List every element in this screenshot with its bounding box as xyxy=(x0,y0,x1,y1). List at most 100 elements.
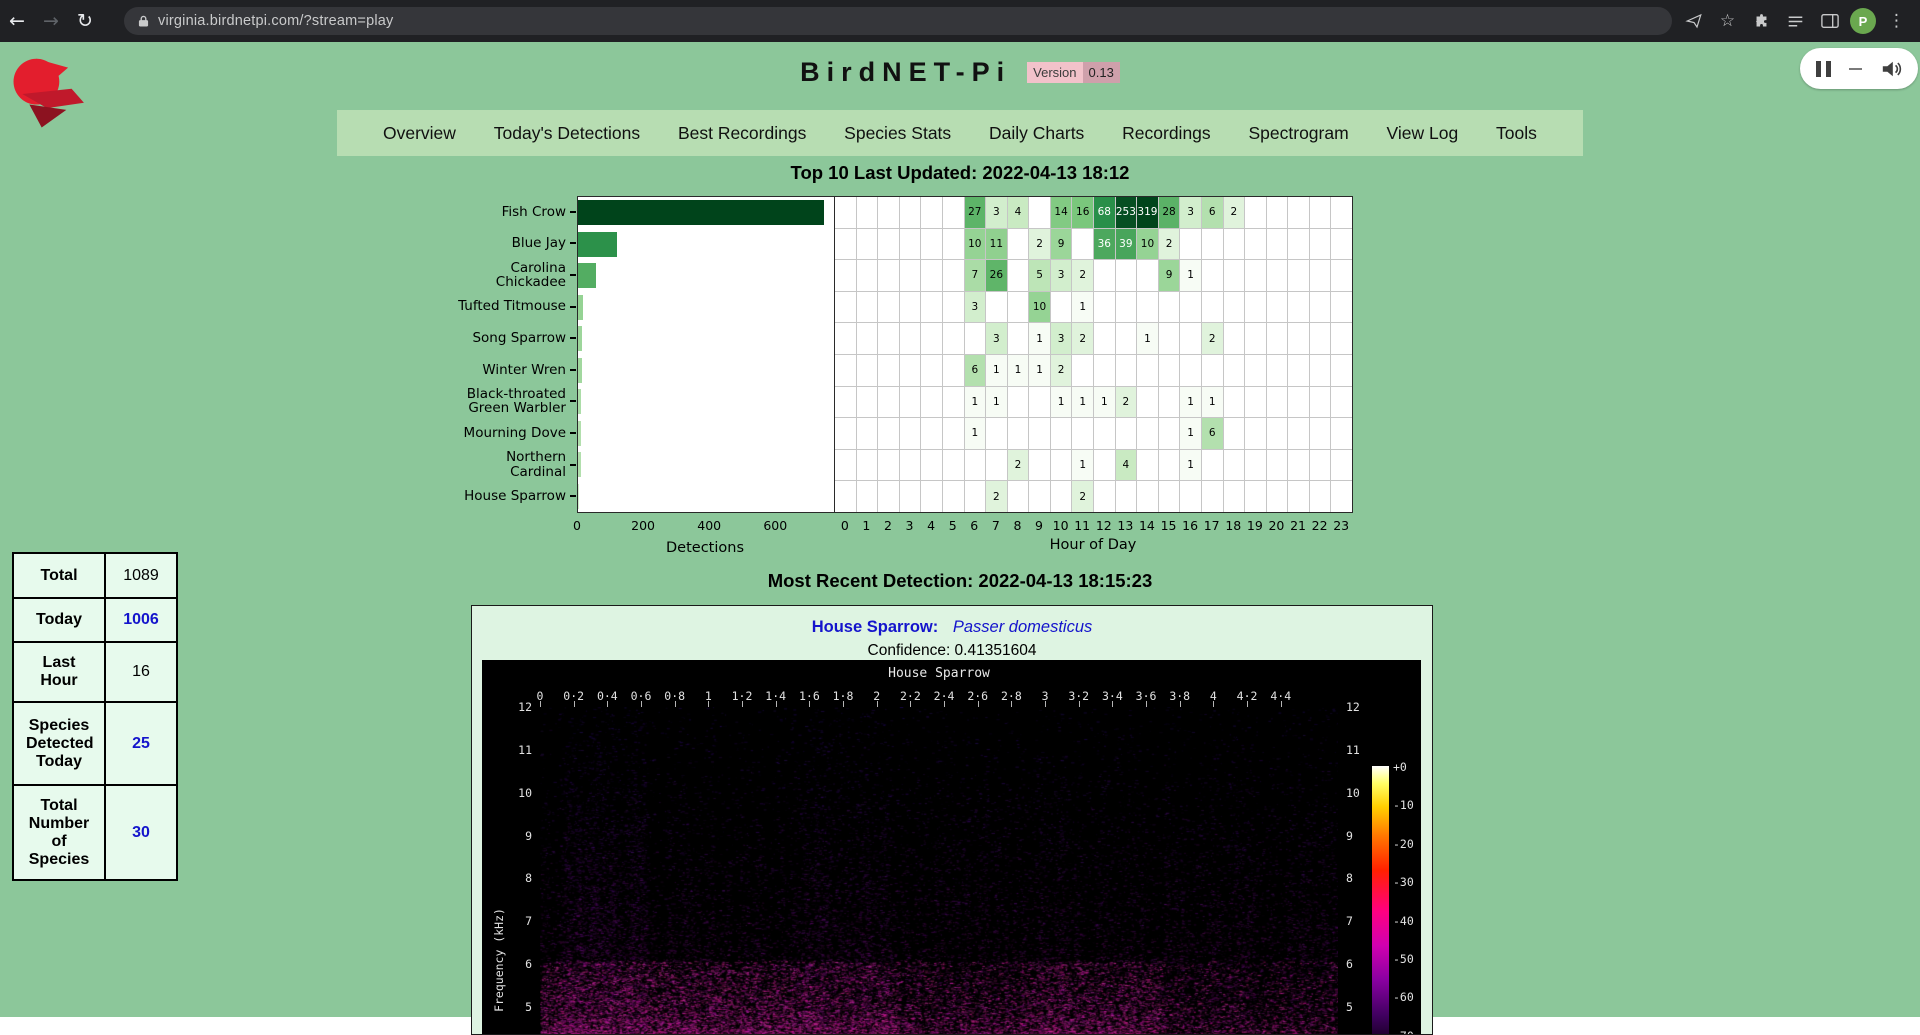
detection-scientific-name-link[interactable]: Passer domesticus xyxy=(953,618,1092,636)
heatmap-cell xyxy=(1245,229,1266,260)
nav-item-today-s-detections[interactable]: Today's Detections xyxy=(494,123,640,144)
heatmap-cell: 4 xyxy=(1008,197,1029,228)
top10-heading: Top 10 Last Updated: 2022-04-13 18:12 xyxy=(0,162,1920,184)
heatmap-cell xyxy=(835,197,856,228)
heatmap-cell xyxy=(921,481,942,512)
browser-actions: ☆ P ⋮ xyxy=(1680,0,1920,42)
browser-reload-button[interactable]: ↻ xyxy=(68,4,102,38)
heatmap-cell xyxy=(943,260,964,291)
hour-xtick: 6 xyxy=(963,518,985,533)
nav-item-species-stats[interactable]: Species Stats xyxy=(844,123,951,144)
nav-item-spectrogram[interactable]: Spectrogram xyxy=(1249,123,1349,144)
heatmap-cell: 1 xyxy=(1051,387,1072,418)
heatmap-cell xyxy=(1310,481,1331,512)
spectrogram-xtick-mark xyxy=(540,701,541,707)
nav-item-recordings[interactable]: Recordings xyxy=(1122,123,1211,144)
nav-item-daily-charts[interactable]: Daily Charts xyxy=(989,123,1084,144)
heatmap-cell: 16 xyxy=(1072,197,1093,228)
colorbar-tick: -60 xyxy=(1393,990,1423,1004)
heatmap-cell xyxy=(1008,229,1029,260)
side-panel-icon[interactable] xyxy=(1816,8,1843,35)
detection-common-name-link[interactable]: House Sparrow: xyxy=(812,618,939,636)
heatmap-cell xyxy=(1310,229,1331,260)
heatmap-cell xyxy=(1202,260,1223,291)
heatmap-cell xyxy=(1288,450,1309,481)
top10-hour-heatmap: 2734141668253319283621011293639102726532… xyxy=(834,196,1353,513)
heatmap-cell xyxy=(1245,481,1266,512)
extensions-puzzle-icon[interactable] xyxy=(1748,8,1775,35)
colorbar-tick: -10 xyxy=(1393,798,1423,812)
heatmap-cell xyxy=(943,323,964,354)
heatmap-cell: 1 xyxy=(1180,387,1201,418)
heatmap-cell xyxy=(943,355,964,386)
heatmap-cell: 253 xyxy=(1116,197,1137,228)
heatmap-cell xyxy=(1310,387,1331,418)
volume-icon[interactable] xyxy=(1880,59,1902,79)
heatmap-cell xyxy=(1245,323,1266,354)
browser-back-button[interactable]: ← xyxy=(0,4,34,38)
ytick-mark xyxy=(570,432,576,434)
nav-item-tools[interactable]: Tools xyxy=(1496,123,1537,144)
heatmap-cell xyxy=(965,323,986,354)
nav-item-overview[interactable]: Overview xyxy=(383,123,456,144)
bar-black-throated-green-warbler xyxy=(578,389,581,414)
lock-icon xyxy=(138,14,149,28)
stat-label-last-hour: Last Hour xyxy=(13,642,105,702)
bar-tufted-titmouse xyxy=(578,295,583,320)
heatmap-cell xyxy=(1288,355,1309,386)
heatmap-cell xyxy=(1202,229,1223,260)
site-header: BirdNET-Pi Version 0.13 xyxy=(0,54,1920,90)
heatmap-cell xyxy=(1008,292,1029,323)
heatmap-cell: 3 xyxy=(1051,260,1072,291)
address-bar[interactable]: virginia.birdnetpi.com/?stream=play xyxy=(124,7,1672,35)
heatmap-cell xyxy=(943,387,964,418)
nav-item-best-recordings[interactable]: Best Recordings xyxy=(678,123,806,144)
heatmap-cell xyxy=(1331,292,1352,323)
heatmap-cell xyxy=(1224,323,1245,354)
stat-label-species-detected-today: Species Detected Today xyxy=(13,702,105,785)
pause-icon[interactable] xyxy=(1816,61,1831,77)
heatmap-cell xyxy=(943,450,964,481)
heatmap-cell: 6 xyxy=(1202,197,1223,228)
browser-forward-button[interactable]: → xyxy=(34,4,68,38)
spectrogram-ytick-left: 12 xyxy=(492,700,532,714)
heatmap-cell xyxy=(1245,197,1266,228)
heatmap-cell xyxy=(835,229,856,260)
heatmap-cell: 1 xyxy=(1029,355,1050,386)
stat-value-total-number-of-species[interactable]: 30 xyxy=(105,785,177,880)
stat-value-species-detected-today[interactable]: 25 xyxy=(105,702,177,785)
audio-player[interactable] xyxy=(1800,48,1918,89)
spectrogram-title: House Sparrow xyxy=(540,666,1338,681)
heatmap-cell: 319 xyxy=(1137,197,1158,228)
heatmap-cell xyxy=(1224,229,1245,260)
bookmark-star-icon[interactable]: ☆ xyxy=(1714,8,1741,35)
nav-item-view-log[interactable]: View Log xyxy=(1387,123,1459,144)
recent-detection-heading: Most Recent Detection: 2022-04-13 18:15:… xyxy=(0,570,1920,592)
heatmap-cell xyxy=(835,292,856,323)
share-icon[interactable] xyxy=(1680,8,1707,35)
row-label-tufted-titmouse: Tufted Titmouse xyxy=(290,291,566,323)
heatmap-cell xyxy=(1331,418,1352,449)
hour-xtick: 5 xyxy=(942,518,964,533)
heatmap-cell xyxy=(857,323,878,354)
browser-menu-icon[interactable]: ⋮ xyxy=(1883,8,1910,35)
stat-value-today[interactable]: 1006 xyxy=(105,598,177,642)
spectrogram-ytick-right: 6 xyxy=(1346,957,1386,971)
heatmap-cell xyxy=(1094,418,1115,449)
heatmap-cell xyxy=(1267,481,1288,512)
heatmap-cell xyxy=(878,355,899,386)
heatmap-cell xyxy=(900,260,921,291)
heatmap-cell xyxy=(1072,229,1093,260)
heatmap-cell xyxy=(1245,260,1266,291)
heatmap-cell: 3 xyxy=(986,197,1007,228)
heatmap-cell: 39 xyxy=(1116,229,1137,260)
heatmap-cell xyxy=(857,292,878,323)
row-label-song-sparrow: Song Sparrow xyxy=(290,322,566,354)
heatmap-cell xyxy=(921,418,942,449)
heatmap-cell xyxy=(1159,387,1180,418)
profile-avatar[interactable]: P xyxy=(1850,8,1876,34)
heatmap-cell: 5 xyxy=(1029,260,1050,291)
spectrogram-xtick-mark xyxy=(641,701,642,707)
reading-list-icon[interactable] xyxy=(1782,8,1809,35)
heatmap-cell xyxy=(943,418,964,449)
